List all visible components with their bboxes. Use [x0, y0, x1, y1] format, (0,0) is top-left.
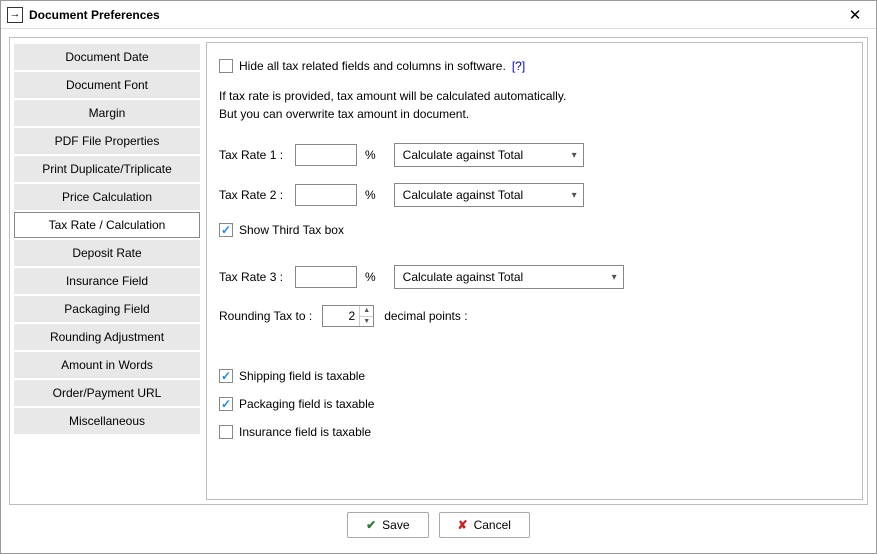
sidebar-item-packaging-field[interactable]: Packaging Field	[14, 296, 200, 322]
spinner-buttons: ▲ ▼	[359, 306, 373, 326]
insurance-taxable-row: Insurance field is taxable	[219, 425, 850, 439]
sidebar-item-pdf-file-properties[interactable]: PDF File Properties	[14, 128, 200, 154]
cross-icon: ✘	[458, 518, 468, 532]
packaging-taxable-row: Packaging field is taxable	[219, 397, 850, 411]
packaging-taxable-checkbox[interactable]	[219, 397, 233, 411]
spinner-up-icon[interactable]: ▲	[360, 306, 373, 317]
sidebar-item-rounding-adjustment[interactable]: Rounding Adjustment	[14, 324, 200, 350]
sidebar-item-tax-rate[interactable]: Tax Rate / Calculation	[14, 212, 200, 238]
close-icon[interactable]: ✕	[840, 6, 870, 24]
help-link[interactable]: [?]	[512, 59, 525, 73]
cancel-button-label: Cancel	[474, 518, 511, 532]
packaging-taxable-label: Packaging field is taxable	[239, 397, 374, 411]
titlebar: Document Preferences ✕	[1, 1, 876, 29]
rounding-row: Rounding Tax to : ▲ ▼ decimal points :	[219, 305, 850, 327]
app-icon	[7, 7, 23, 23]
check-icon: ✔	[366, 518, 376, 532]
percent-label: %	[365, 270, 376, 284]
tax-rate-2-input[interactable]	[295, 184, 357, 206]
footer: ✔ Save ✘ Cancel	[9, 505, 868, 545]
chevron-down-icon: ▾	[572, 190, 577, 201]
chevron-down-icon: ▾	[612, 272, 617, 283]
tax-rate-1-input[interactable]	[295, 144, 357, 166]
sidebar-item-label: Packaging Field	[64, 302, 149, 316]
cancel-button[interactable]: ✘ Cancel	[439, 512, 530, 538]
select-value: Calculate against Total	[403, 188, 524, 202]
select-value: Calculate against Total	[403, 270, 524, 284]
window-title: Document Preferences	[29, 8, 840, 22]
sidebar-item-margin[interactable]: Margin	[14, 100, 200, 126]
rounding-label-pre: Rounding Tax to :	[219, 309, 312, 323]
shipping-taxable-row: Shipping field is taxable	[219, 369, 850, 383]
tax-rate-3-input[interactable]	[295, 266, 357, 288]
sidebar-item-miscellaneous[interactable]: Miscellaneous	[14, 408, 200, 434]
tax-rate-1-label: Tax Rate 1 :	[219, 148, 295, 162]
percent-label: %	[365, 148, 376, 162]
sidebar-item-label: Amount in Words	[61, 358, 153, 372]
info-line-2: But you can overwrite tax amount in docu…	[219, 105, 850, 123]
content-panel: Hide all tax related fields and columns …	[206, 42, 863, 500]
rounding-label-post: decimal points :	[384, 309, 467, 323]
chevron-down-icon: ▾	[572, 150, 577, 161]
tax-rate-3-row: Tax Rate 3 : % Calculate against Total ▾	[219, 265, 850, 289]
tax-rate-2-label: Tax Rate 2 :	[219, 188, 295, 202]
select-value: Calculate against Total	[403, 148, 524, 162]
tax-rate-3-calc-select[interactable]: Calculate against Total ▾	[394, 265, 624, 289]
hide-tax-checkbox[interactable]	[219, 59, 233, 73]
sidebar: Document Date Document Font Margin PDF F…	[14, 42, 200, 500]
sidebar-item-label: Order/Payment URL	[53, 386, 162, 400]
sidebar-item-label: Document Font	[66, 78, 148, 92]
sidebar-item-document-font[interactable]: Document Font	[14, 72, 200, 98]
spinner-down-icon[interactable]: ▼	[360, 317, 373, 327]
sidebar-item-print-duplicate[interactable]: Print Duplicate/Triplicate	[14, 156, 200, 182]
sidebar-item-label: Price Calculation	[62, 190, 152, 204]
show-third-tax-checkbox[interactable]	[219, 223, 233, 237]
sidebar-item-document-date[interactable]: Document Date	[14, 44, 200, 70]
sidebar-item-label: Document Date	[65, 50, 148, 64]
sidebar-item-label: Insurance Field	[66, 274, 148, 288]
sidebar-item-label: Margin	[89, 106, 126, 120]
save-button-label: Save	[382, 518, 409, 532]
tax-rate-3-label: Tax Rate 3 :	[219, 270, 295, 284]
sidebar-item-label: PDF File Properties	[55, 134, 160, 148]
sidebar-item-label: Print Duplicate/Triplicate	[42, 162, 172, 176]
body: Document Date Document Font Margin PDF F…	[1, 29, 876, 553]
shipping-taxable-label: Shipping field is taxable	[239, 369, 365, 383]
sidebar-item-label: Rounding Adjustment	[50, 330, 164, 344]
tax-rate-2-row: Tax Rate 2 : % Calculate against Total ▾	[219, 183, 850, 207]
show-third-tax-row: Show Third Tax box	[219, 223, 850, 237]
percent-label: %	[365, 188, 376, 202]
tax-rate-1-row: Tax Rate 1 : % Calculate against Total ▾	[219, 143, 850, 167]
rounding-spinner[interactable]: ▲ ▼	[322, 305, 374, 327]
rounding-input[interactable]	[323, 306, 359, 326]
shipping-taxable-checkbox[interactable]	[219, 369, 233, 383]
tax-rate-1-calc-select[interactable]: Calculate against Total ▾	[394, 143, 584, 167]
sidebar-item-label: Deposit Rate	[72, 246, 141, 260]
sidebar-item-order-payment-url[interactable]: Order/Payment URL	[14, 380, 200, 406]
tax-rate-2-calc-select[interactable]: Calculate against Total ▾	[394, 183, 584, 207]
info-line-1: If tax rate is provided, tax amount will…	[219, 87, 850, 105]
show-third-tax-label: Show Third Tax box	[239, 223, 344, 237]
sidebar-item-label: Miscellaneous	[69, 414, 145, 428]
insurance-taxable-label: Insurance field is taxable	[239, 425, 371, 439]
sidebar-item-price-calculation[interactable]: Price Calculation	[14, 184, 200, 210]
save-button[interactable]: ✔ Save	[347, 512, 428, 538]
hide-tax-label: Hide all tax related fields and columns …	[239, 59, 506, 73]
hide-tax-row: Hide all tax related fields and columns …	[219, 59, 850, 73]
sidebar-item-insurance-field[interactable]: Insurance Field	[14, 268, 200, 294]
sidebar-item-deposit-rate[interactable]: Deposit Rate	[14, 240, 200, 266]
main-panel: Document Date Document Font Margin PDF F…	[9, 37, 868, 505]
sidebar-item-label: Tax Rate / Calculation	[49, 218, 166, 232]
insurance-taxable-checkbox[interactable]	[219, 425, 233, 439]
window: Document Preferences ✕ Document Date Doc…	[0, 0, 877, 554]
info-text: If tax rate is provided, tax amount will…	[219, 87, 850, 123]
sidebar-item-amount-in-words[interactable]: Amount in Words	[14, 352, 200, 378]
